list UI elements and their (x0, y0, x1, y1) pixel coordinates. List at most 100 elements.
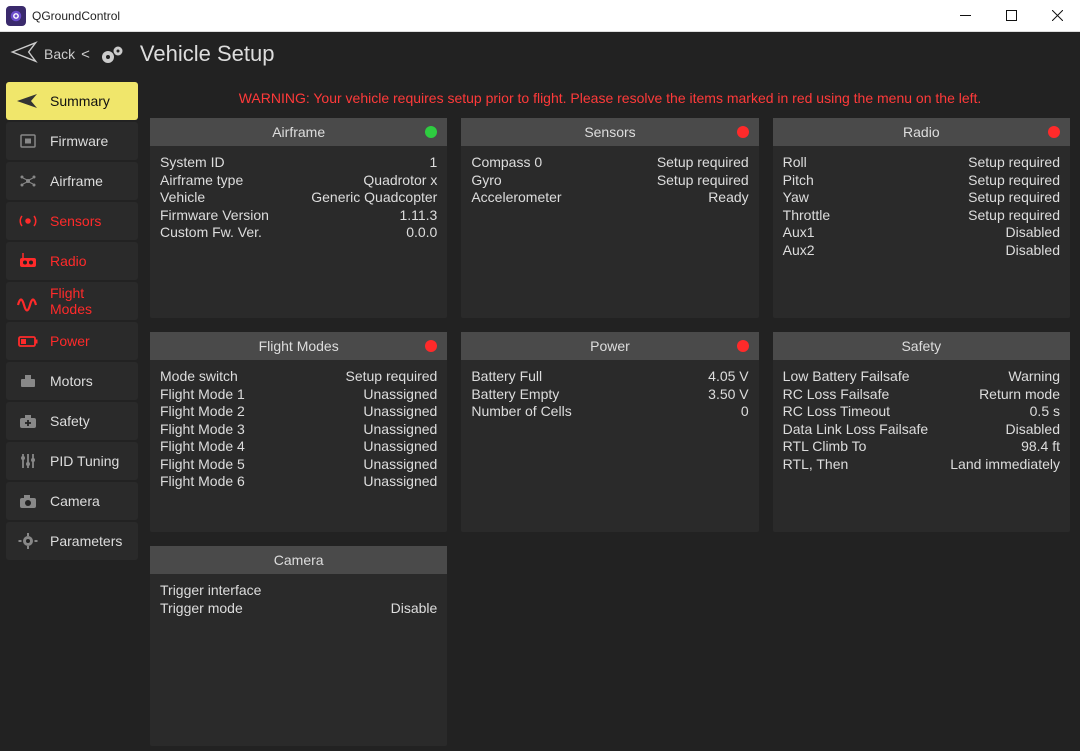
battery-icon (14, 329, 42, 353)
row-value: Return mode (979, 386, 1060, 404)
row-value: Disable (391, 600, 438, 618)
row-key: Flight Mode 1 (160, 386, 363, 404)
row-value: 4.05 V (708, 368, 748, 386)
page-header: Back < Vehicle Setup (0, 32, 1080, 76)
card-sensors: Sensors Compass 0Setup requiredGyroSetup … (461, 118, 758, 318)
card-row: Aux1Disabled (783, 224, 1060, 242)
row-value: Disabled (1006, 421, 1060, 439)
sliders-icon (14, 449, 42, 473)
card-safety: SafetyLow Battery FailsafeWarningRC Loss… (773, 332, 1070, 532)
sidebar-item-camera[interactable]: Camera (6, 482, 138, 520)
card-row: Airframe typeQuadrotor x (160, 172, 437, 190)
window-titlebar: QGroundControl (0, 0, 1080, 32)
sidebar-item-safety[interactable]: Safety (6, 402, 138, 440)
card-row: Flight Mode 5Unassigned (160, 456, 437, 474)
window-title: QGroundControl (32, 9, 120, 23)
card-row: RollSetup required (783, 154, 1060, 172)
sidebar-item-flightmodes[interactable]: Flight Modes (6, 282, 138, 320)
card-row: Low Battery FailsafeWarning (783, 368, 1060, 386)
card-title: Sensors (461, 124, 758, 140)
row-key: Compass 0 (471, 154, 656, 172)
card-header: Airframe (150, 118, 447, 146)
app-icon (6, 6, 26, 26)
card-row: Flight Mode 2Unassigned (160, 403, 437, 421)
card-row: Trigger interface (160, 582, 437, 600)
card-body: System ID1Airframe typeQuadrotor xVehicl… (150, 146, 447, 318)
sidebar-item-label: Sensors (50, 213, 101, 229)
sensors-icon (14, 209, 42, 233)
window-minimize-button[interactable] (942, 0, 988, 32)
warning-banner: WARNING: Your vehicle requires setup pri… (150, 82, 1070, 118)
card-row: Mode switchSetup required (160, 368, 437, 386)
camera-icon (14, 489, 42, 513)
card-row: RC Loss Timeout0.5 s (783, 403, 1060, 421)
card-row: Custom Fw. Ver.0.0.0 (160, 224, 437, 242)
card-row: Trigger modeDisable (160, 600, 437, 618)
row-value: Land immediately (950, 456, 1060, 474)
row-value: Unassigned (363, 421, 437, 439)
row-key: RTL Climb To (783, 438, 1021, 456)
row-key: Roll (783, 154, 969, 172)
row-value: 0.5 s (1030, 403, 1060, 421)
card-row: VehicleGeneric Quadcopter (160, 189, 437, 207)
window-close-button[interactable] (1034, 0, 1080, 32)
row-value: Quadrotor x (363, 172, 437, 190)
row-key: Aux1 (783, 224, 1006, 242)
status-dot-green (425, 126, 437, 138)
row-value: Ready (708, 189, 748, 207)
card-flightmodes: Flight ModesMode switchSetup requiredFli… (150, 332, 447, 532)
card-row: Number of Cells0 (471, 403, 748, 421)
row-value: 0 (741, 403, 749, 421)
row-key: System ID (160, 154, 430, 172)
row-key: Custom Fw. Ver. (160, 224, 406, 242)
window-maximize-button[interactable] (988, 0, 1034, 32)
card-row: PitchSetup required (783, 172, 1060, 190)
row-key: Number of Cells (471, 403, 741, 421)
sidebar-item-label: Power (50, 333, 90, 349)
sidebar-item-power[interactable]: Power (6, 322, 138, 360)
card-row: GyroSetup required (471, 172, 748, 190)
row-value: Disabled (1006, 242, 1060, 260)
row-key: Data Link Loss Failsafe (783, 421, 1006, 439)
row-value: Unassigned (363, 456, 437, 474)
sidebar-item-radio[interactable]: Radio (6, 242, 138, 280)
row-value: Setup required (968, 189, 1060, 207)
sidebar-item-motors[interactable]: Motors (6, 362, 138, 400)
row-key: Trigger interface (160, 582, 437, 600)
card-header: Camera (150, 546, 447, 574)
sidebar-item-parameters[interactable]: Parameters (6, 522, 138, 560)
row-value: 98.4 ft (1021, 438, 1060, 456)
sidebar-item-label: Flight Modes (50, 285, 130, 317)
row-key: Gyro (471, 172, 656, 190)
page-title: Vehicle Setup (140, 41, 275, 67)
sidebar-item-airframe[interactable]: Airframe (6, 162, 138, 200)
row-value: 1 (430, 154, 438, 172)
gear-icon (14, 529, 42, 553)
back-label: Back (44, 46, 75, 62)
row-value: Setup required (657, 154, 749, 172)
plane-icon (10, 38, 38, 71)
card-row: RC Loss FailsafeReturn mode (783, 386, 1060, 404)
row-value: Unassigned (363, 473, 437, 491)
back-button[interactable]: Back < (10, 38, 90, 71)
card-row: Battery Full4.05 V (471, 368, 748, 386)
card-row: Data Link Loss FailsafeDisabled (783, 421, 1060, 439)
card-title: Camera (150, 552, 447, 568)
card-body: Trigger interfaceTrigger modeDisable (150, 574, 447, 746)
card-airframe: AirframeSystem ID1Airframe typeQuadrotor… (150, 118, 447, 318)
sidebar-item-summary[interactable]: Summary (6, 82, 138, 120)
card-body: Low Battery FailsafeWarningRC Loss Fails… (773, 360, 1070, 532)
card-row: Aux2Disabled (783, 242, 1060, 260)
sidebar-item-firmware[interactable]: Firmware (6, 122, 138, 160)
sidebar-item-label: Summary (50, 93, 110, 109)
radio-icon (14, 249, 42, 273)
row-key: RTL, Then (783, 456, 951, 474)
row-key: Mode switch (160, 368, 345, 386)
card-header: Power (461, 332, 758, 360)
motor-icon (14, 369, 42, 393)
row-key: Firmware Version (160, 207, 399, 225)
chevron-left-icon: < (81, 46, 90, 63)
sidebar-item-sensors[interactable]: Sensors (6, 202, 138, 240)
sidebar-item-pidtuning[interactable]: PID Tuning (6, 442, 138, 480)
card-title: Flight Modes (150, 338, 447, 354)
